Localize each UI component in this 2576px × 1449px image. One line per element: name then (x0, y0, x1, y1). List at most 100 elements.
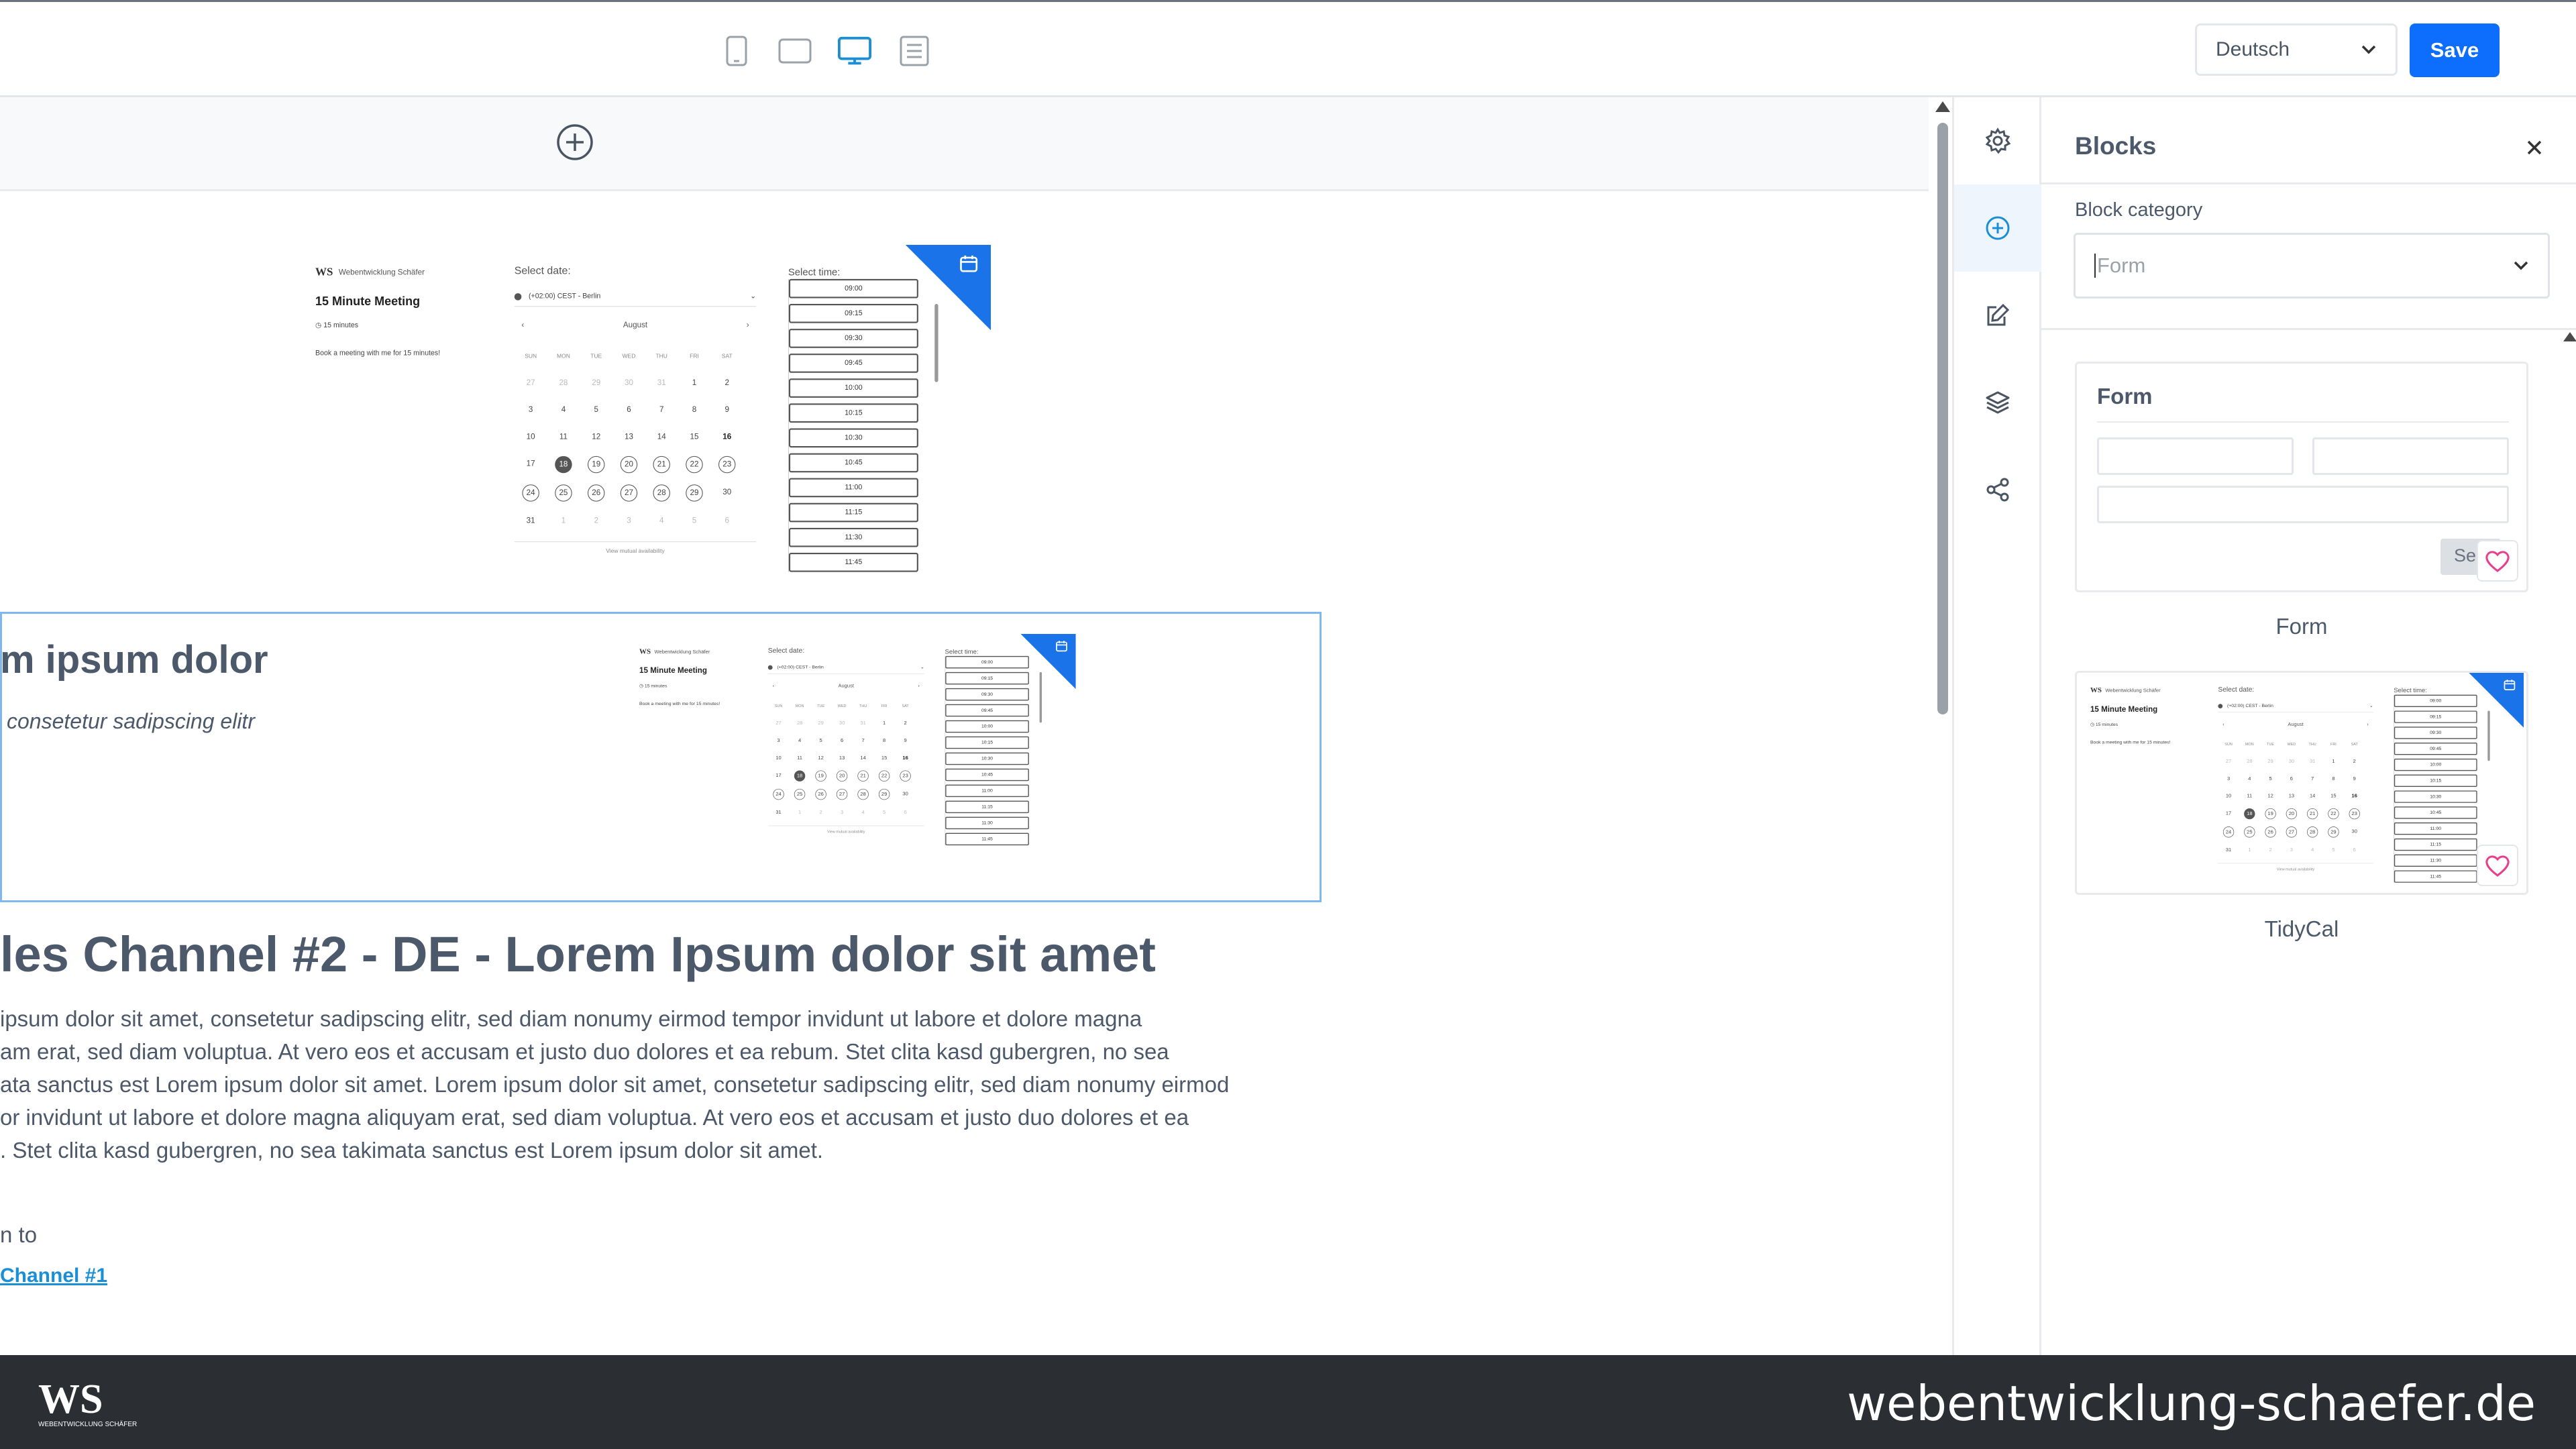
calendar-day[interactable]: 29 (810, 718, 832, 728)
calendar-day[interactable]: 2 (2344, 756, 2365, 766)
calendar-day[interactable]: 31 (515, 513, 547, 529)
scrollbar-thumb[interactable] (2487, 710, 2490, 761)
channel-link[interactable]: Channel #1 (0, 1265, 107, 1287)
time-slot[interactable]: 11:45 (788, 552, 918, 572)
time-slot[interactable]: 11:15 (2394, 838, 2477, 851)
calendar-day[interactable]: 13 (2281, 791, 2302, 801)
calendar-day[interactable]: 1 (678, 375, 711, 390)
calendar-day[interactable]: 23 (900, 770, 911, 782)
calendar-day[interactable]: 28 (789, 718, 810, 728)
calendar-day[interactable]: 1 (873, 718, 895, 728)
time-slot[interactable]: 11:45 (2394, 870, 2477, 883)
calendar-day[interactable]: 14 (2302, 791, 2323, 801)
calendar-day[interactable]: 3 (515, 402, 547, 417)
calendar-day[interactable]: 16 (895, 753, 916, 763)
calendar-day[interactable]: 11 (547, 429, 580, 445)
calendar-day[interactable]: 6 (612, 402, 645, 417)
time-slot[interactable]: 09:45 (788, 354, 918, 373)
calendar-day[interactable]: 22 (878, 770, 890, 782)
tidycal-embed-1[interactable]: WS Webentwicklung Schäfer 15 Minute Meetin… (315, 245, 993, 587)
chevron-right-icon[interactable]: › (2367, 722, 2368, 727)
calendar-day[interactable]: 13 (612, 429, 645, 445)
canvas-scrollbar[interactable] (1932, 97, 1952, 1355)
calendar-day[interactable]: 27 (836, 788, 848, 800)
close-panel-button[interactable] (2521, 134, 2548, 161)
calendar-day[interactable]: 23 (718, 455, 736, 474)
time-slot[interactable]: 09:00 (2394, 694, 2477, 707)
scrollbar-thumb[interactable] (934, 303, 938, 382)
calendar-day[interactable]: 30 (2344, 826, 2365, 837)
calendar-day[interactable]: 29 (878, 788, 890, 800)
time-slot[interactable]: 11:30 (2394, 854, 2477, 867)
mutual-availability-link[interactable]: View mutual availability (514, 541, 757, 554)
calendar-day[interactable]: 6 (2344, 845, 2365, 855)
calendar-day[interactable]: 14 (853, 753, 874, 763)
time-slot[interactable]: 10:15 (945, 736, 1029, 749)
calendar-day[interactable]: 17 (2218, 808, 2239, 818)
calendar-day[interactable]: 24 (773, 788, 784, 800)
time-slot[interactable]: 09:30 (788, 329, 918, 348)
calendar-day[interactable]: 19 (815, 770, 826, 782)
favorite-button[interactable] (2477, 540, 2518, 582)
scrollbar-thumb[interactable] (1937, 123, 1948, 714)
time-scrollbar[interactable] (934, 284, 938, 582)
block-card-tidycal[interactable]: WS Webentwicklung Schäfer 15 Minute Meetin… (2075, 671, 2528, 895)
calendar-day[interactable]: 1 (789, 807, 810, 817)
time-slot[interactable]: 09:00 (945, 655, 1029, 669)
calendar-day[interactable]: 4 (853, 807, 874, 817)
calendar-day[interactable]: 29 (2328, 826, 2339, 838)
calendar-day[interactable]: 5 (580, 402, 612, 417)
timezone-select[interactable]: (+02:00) CEST - Berlin ⌄ (514, 292, 757, 307)
calendar-day[interactable]: 18 (2244, 808, 2255, 820)
calendar-day[interactable]: 3 (612, 513, 645, 529)
time-slot[interactable]: 11:30 (788, 527, 918, 547)
calendar-day[interactable]: 6 (831, 735, 853, 745)
chevron-left-icon[interactable]: ‹ (773, 683, 775, 688)
calendar-day[interactable]: 15 (2323, 791, 2344, 801)
time-slot[interactable]: 11:00 (788, 478, 918, 498)
calendar-day[interactable]: 31 (853, 718, 874, 728)
calendar-day[interactable]: 21 (653, 455, 670, 474)
calendar-day[interactable]: 17 (515, 456, 547, 472)
time-slot[interactable]: 11:15 (788, 502, 918, 523)
calendar-day[interactable]: 20 (836, 770, 848, 782)
calendar-day[interactable]: 28 (653, 484, 670, 502)
calendar-day[interactable]: 3 (831, 807, 853, 817)
calendar-day[interactable]: 6 (710, 513, 743, 529)
calendar-day[interactable]: 21 (857, 770, 869, 782)
language-select[interactable]: Deutsch (2195, 23, 2398, 76)
calendar-day[interactable]: 1 (547, 513, 580, 529)
calendar-day[interactable]: 25 (794, 788, 806, 800)
calendar-day[interactable]: 13 (831, 753, 853, 763)
save-button[interactable]: Save (2410, 23, 2500, 77)
calendar-day[interactable]: 2 (710, 375, 743, 390)
calendar-day[interactable]: 18 (555, 455, 572, 474)
calendar-day[interactable]: 14 (645, 429, 678, 445)
calendar-day[interactable]: 5 (678, 513, 711, 529)
calendar-day[interactable]: 31 (768, 807, 790, 817)
calendar-day[interactable]: 27 (2286, 826, 2298, 838)
calendar-day[interactable]: 6 (895, 807, 916, 817)
settings-rail-button[interactable] (1954, 97, 2041, 184)
calendar-day[interactable]: 7 (2302, 773, 2323, 784)
calendar-day[interactable]: 4 (789, 735, 810, 745)
calendar-day[interactable]: 29 (2260, 756, 2281, 766)
time-slot[interactable]: 10:15 (788, 403, 918, 423)
calendar-day[interactable]: 16 (710, 429, 743, 445)
time-slot[interactable]: 09:15 (2394, 710, 2477, 723)
calendar-day[interactable]: 5 (2260, 773, 2281, 784)
desktop-device-icon[interactable] (838, 36, 871, 66)
time-slot[interactable]: 09:00 (788, 278, 918, 299)
calendar-day[interactable]: 28 (2239, 756, 2260, 766)
block-card-form[interactable]: Form Se (2075, 362, 2528, 592)
calendar-day[interactable]: 5 (873, 807, 895, 817)
calendar-day[interactable]: 22 (686, 455, 703, 474)
calendar-day[interactable]: 28 (857, 788, 869, 800)
chevron-left-icon[interactable]: ‹ (521, 321, 524, 329)
time-slot[interactable]: 10:00 (945, 720, 1029, 733)
calendar-day[interactable]: 30 (612, 375, 645, 390)
calendar-day[interactable]: 7 (853, 735, 874, 745)
chevron-right-icon[interactable]: › (918, 683, 920, 688)
time-slot[interactable]: 09:15 (945, 672, 1029, 685)
time-slot[interactable]: 11:30 (945, 816, 1029, 830)
